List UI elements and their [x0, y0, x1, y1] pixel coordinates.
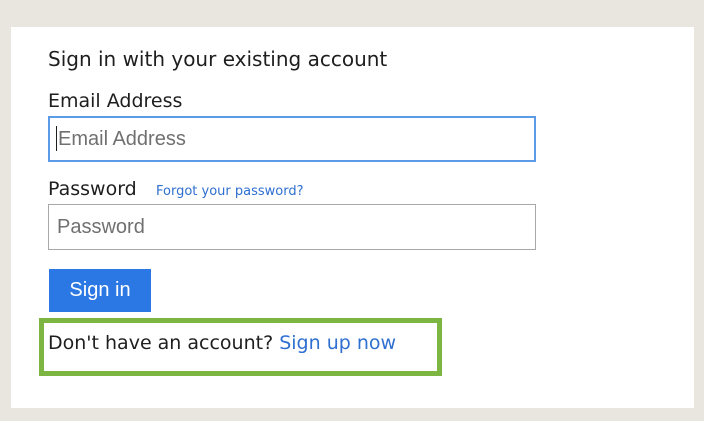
- signup-prompt: Don't have an account?: [48, 332, 274, 354]
- text-caret: [56, 126, 57, 151]
- password-input[interactable]: [48, 204, 536, 250]
- email-label: Email Address: [48, 90, 183, 112]
- sign-in-card: Sign in with your existing account Email…: [11, 27, 694, 408]
- forgot-password-link[interactable]: Forgot your password?: [156, 184, 304, 199]
- page-title: Sign in with your existing account: [48, 47, 388, 71]
- sign-in-button[interactable]: Sign in: [49, 269, 151, 312]
- sign-up-link[interactable]: Sign up now: [279, 332, 396, 354]
- email-input[interactable]: [48, 116, 536, 162]
- signup-row: Don't have an account? Sign up now: [48, 332, 396, 354]
- password-label: Password: [48, 178, 137, 200]
